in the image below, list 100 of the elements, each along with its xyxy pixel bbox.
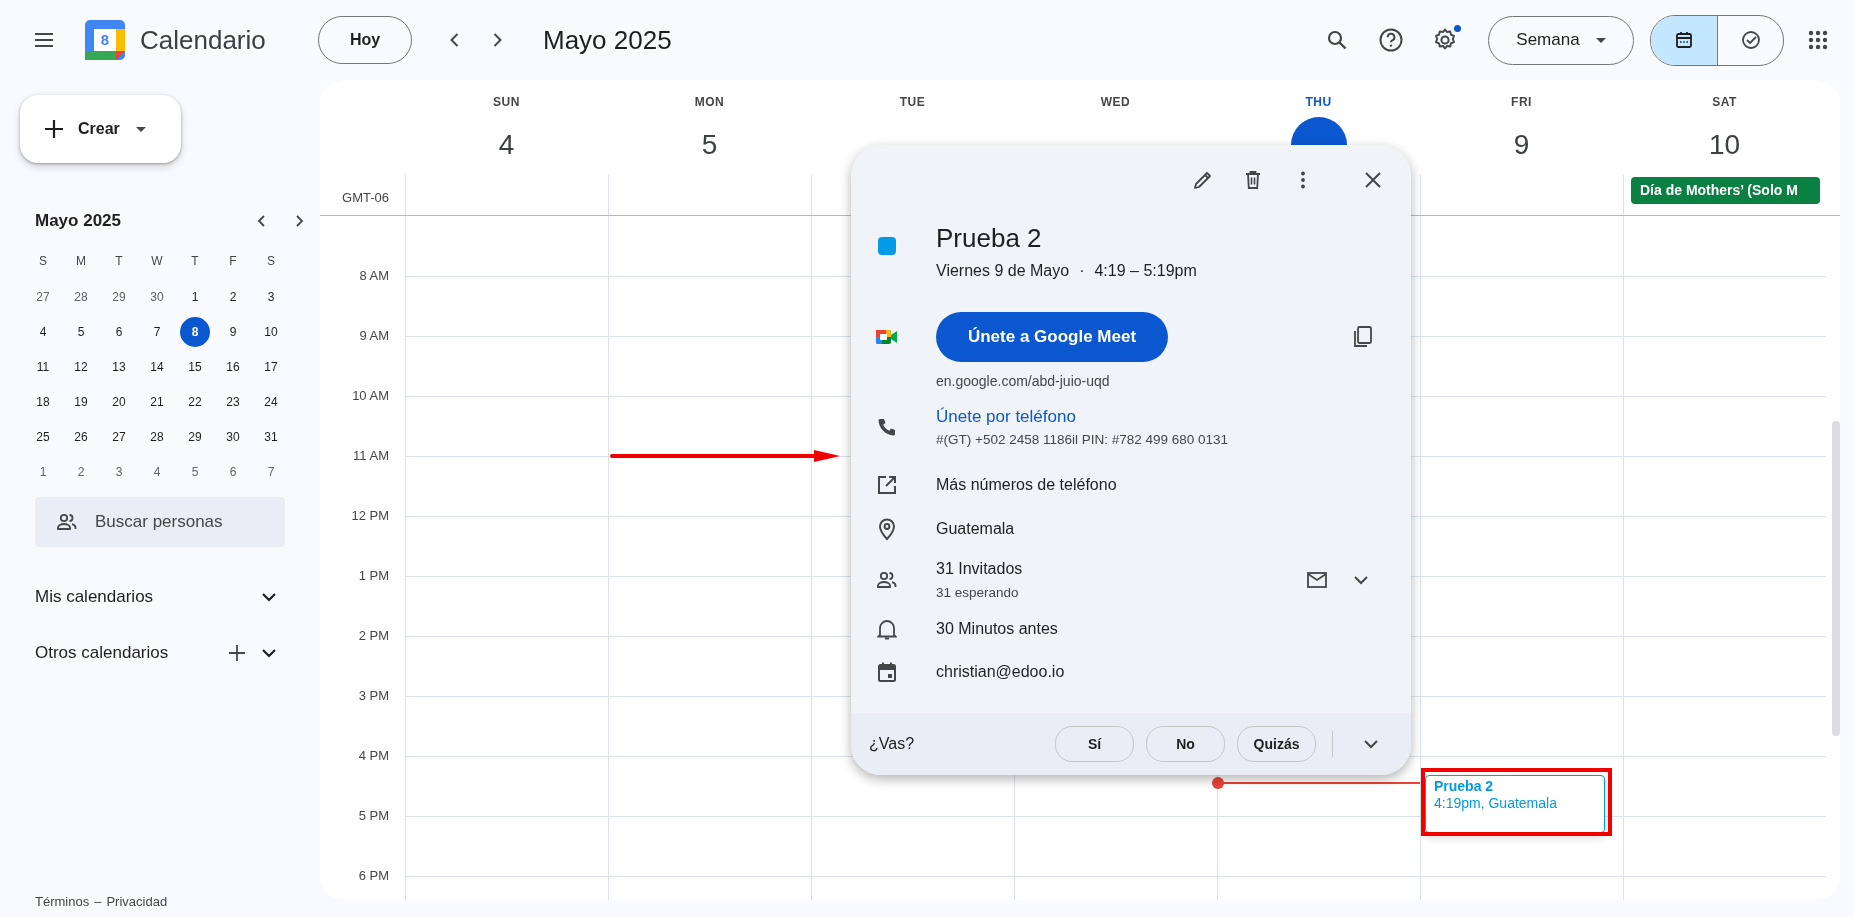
hour-label: 11 AM [353,448,389,463]
hour-label: 4 PM [358,748,389,763]
footer-link[interactable]: Privacidad [106,894,168,909]
date-button[interactable]: 10 [256,316,286,347]
hour-label: 8 AM [359,268,389,283]
section-title: Otros calendarios [35,643,170,663]
date-button[interactable]: 30 [142,281,172,312]
date-button[interactable]: 4 [28,316,58,347]
day-number[interactable]: 10 [1696,117,1753,173]
calendar-view-button[interactable] [1651,15,1717,65]
app-title: Calendario [140,24,267,56]
phone-icon [876,416,898,438]
event-location: Guatemala [936,520,1015,538]
date-button[interactable]: 11 [28,351,58,382]
weekday-label: SUN [493,95,520,109]
hour-label: 2 PM [358,628,389,643]
date-button[interactable]: 22 [180,386,210,417]
date-button[interactable]: 2 [218,281,248,312]
date-button[interactable]: 13 [104,351,134,382]
join-by-phone-link[interactable]: Únete por teléfono [936,407,1411,427]
date-button[interactable]: 8 [180,316,210,347]
date-button[interactable]: 30 [218,421,248,452]
date-button[interactable]: 14 [142,351,172,382]
day-number[interactable]: 5 [681,117,738,173]
date-button[interactable]: 29 [104,281,134,312]
date-button[interactable]: 9 [218,316,248,347]
rsvp-button[interactable]: Quizás [1237,726,1316,762]
date-button[interactable]: 7 [256,456,286,487]
scrollbar[interactable] [1832,421,1840,736]
date-button[interactable]: 23 [218,386,248,417]
weekday-label: M [75,253,87,270]
calendar-icon [877,661,897,683]
date-button[interactable]: 16 [218,351,248,382]
caret-icon [135,126,146,132]
weekday-label: THU [1305,95,1332,109]
hour-label: 9 AM [359,328,389,343]
date-button[interactable]: 28 [66,281,96,312]
date-button[interactable]: 7 [142,316,172,347]
date-button[interactable]: 24 [256,386,286,417]
location-pin-icon [876,517,898,541]
mini-calendar-title: Mayo 2025 [35,211,122,231]
date-button[interactable]: 12 [66,351,96,382]
all-day-event[interactable]: Día de Mothers’ (Solo M [1631,177,1820,204]
date-button[interactable]: 17 [256,351,286,382]
date-button[interactable]: 28 [142,421,172,452]
calendar-owner: christian@edoo.io [936,663,1065,681]
hour-label: 5 PM [358,808,389,823]
date-button[interactable]: 5 [180,456,210,487]
date-button[interactable]: 27 [28,281,58,312]
event-date: Viernes 9 de Mayo [936,262,1070,280]
hour-label: 12 PM [351,508,389,523]
weekday-label: T [114,253,124,270]
phone-details: #(GT) +502 2458 1186il PIN: #782 499 680 0131 [936,432,1230,447]
date-button[interactable]: 2 [66,456,96,487]
weekday-label: W [150,253,164,270]
date-button[interactable]: 6 [218,456,248,487]
day-number[interactable]: 4 [478,117,535,173]
caret-icon [1595,37,1606,43]
weekday-label: S [266,253,276,270]
rsvp-button[interactable]: No [1146,726,1225,762]
date-button[interactable]: 27 [104,421,134,452]
date-button[interactable]: 21 [142,386,172,417]
search-people-field[interactable]: Buscar personas [35,497,285,547]
reminder: 30 Minutos antes [936,620,1058,638]
day-number[interactable]: 9 [1493,117,1550,173]
timezone-label: GMT-06 [342,190,389,205]
period-title: Mayo 2025 [543,24,672,56]
date-button[interactable]: 31 [256,421,286,452]
rsvp-button[interactable]: Sí [1055,726,1134,762]
separator: – [94,894,102,909]
footer-link[interactable]: Términos [35,894,90,909]
date-button[interactable]: 1 [180,281,210,312]
section-title: Mis calendarios [35,587,155,607]
date-button[interactable]: 6 [104,316,134,347]
weekday-label: S [38,253,48,270]
event-detail: 4:19pm, Guatemala [1434,795,1558,811]
date-button[interactable]: 20 [104,386,134,417]
date-button[interactable]: 18 [28,386,58,417]
create-button[interactable]: Crear [20,95,181,163]
guest-status: 31 esperando [936,585,1020,600]
date-button[interactable]: 29 [180,421,210,452]
date-button[interactable]: 4 [142,456,172,487]
event-title: Prueba 2 [936,223,1043,254]
join-meet-button[interactable]: Únete a Google Meet [936,312,1168,362]
weekday-label: FRI [1511,95,1532,109]
date-button[interactable]: 26 [66,421,96,452]
calendar-logo: 8 [85,20,125,60]
calendar-icon [1674,30,1694,50]
date-button[interactable]: 3 [256,281,286,312]
external-link-icon [876,474,898,496]
date-button[interactable]: 25 [28,421,58,452]
date-button[interactable]: 1 [28,456,58,487]
date-button[interactable]: 19 [66,386,96,417]
event-time: 4:19 – 5:19pm [1094,262,1197,280]
date-button[interactable]: 3 [104,456,134,487]
date-button[interactable]: 15 [180,351,210,382]
weekday-label: F [228,253,238,270]
more-numbers-link[interactable]: Más números de teléfono [936,476,1117,494]
check-circle-icon [1739,29,1762,51]
date-button[interactable]: 5 [66,316,96,347]
